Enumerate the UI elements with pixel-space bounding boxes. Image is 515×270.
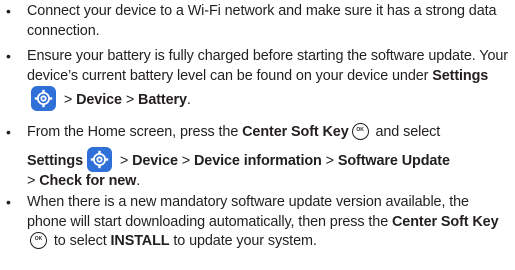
text-run: . xyxy=(186,92,191,108)
instruction-document: • Connect your device to a Wi-Fi network… xyxy=(0,0,515,270)
center-soft-key-icon: OK xyxy=(351,123,369,140)
device-label: Device xyxy=(76,92,122,108)
bullet-dot: • xyxy=(6,3,11,19)
text-line: > Check for new. xyxy=(27,172,511,192)
check-for-new-label: Check for new xyxy=(39,172,137,189)
bullet-dot: • xyxy=(6,48,11,64)
text-run: From the Home screen, press the xyxy=(27,124,243,140)
device-information-label: Device information xyxy=(194,152,322,169)
text-run: to select xyxy=(50,233,111,249)
device-label: Device xyxy=(132,152,178,169)
text-line: From the Home screen, press the Center S… xyxy=(27,123,511,143)
bullet-dot: • xyxy=(6,194,11,210)
list-item-text: From the Home screen, press the Center S… xyxy=(27,123,511,191)
text-run: > xyxy=(60,92,77,108)
software-update-label: Software Update xyxy=(337,152,450,169)
list-item-text: Ensure your battery is fully charged bef… xyxy=(27,47,511,111)
text-run: and select xyxy=(371,124,441,140)
center-soft-key-label: Center Soft Key xyxy=(392,213,499,230)
text-run: Connect your device to a Wi-Fi network a… xyxy=(27,3,497,39)
text-run: > xyxy=(115,152,133,169)
text-run: > xyxy=(177,152,194,169)
text-line: Settings > Device > Device information >… xyxy=(27,146,511,172)
list-item-text: When there is a new mandatory software u… xyxy=(27,193,511,252)
install-label: INSTALL xyxy=(110,233,170,249)
settings-label: Settings xyxy=(432,67,489,84)
text-run: > xyxy=(27,172,40,189)
center-soft-key-label: Center Soft Key xyxy=(242,124,349,140)
battery-label: Battery xyxy=(138,92,187,108)
settings-gear-icon xyxy=(31,86,56,111)
text-run: to update your system. xyxy=(169,233,317,249)
settings-label: Settings xyxy=(27,152,83,169)
text-run: . xyxy=(136,172,141,189)
text-run: > xyxy=(321,152,338,169)
center-soft-key-icon: OK xyxy=(30,232,47,249)
settings-gear-icon xyxy=(86,146,112,172)
list-item-text: Connect your device to a Wi-Fi network a… xyxy=(27,2,511,41)
bullet-dot: • xyxy=(6,124,11,140)
text-run: > xyxy=(121,92,139,108)
